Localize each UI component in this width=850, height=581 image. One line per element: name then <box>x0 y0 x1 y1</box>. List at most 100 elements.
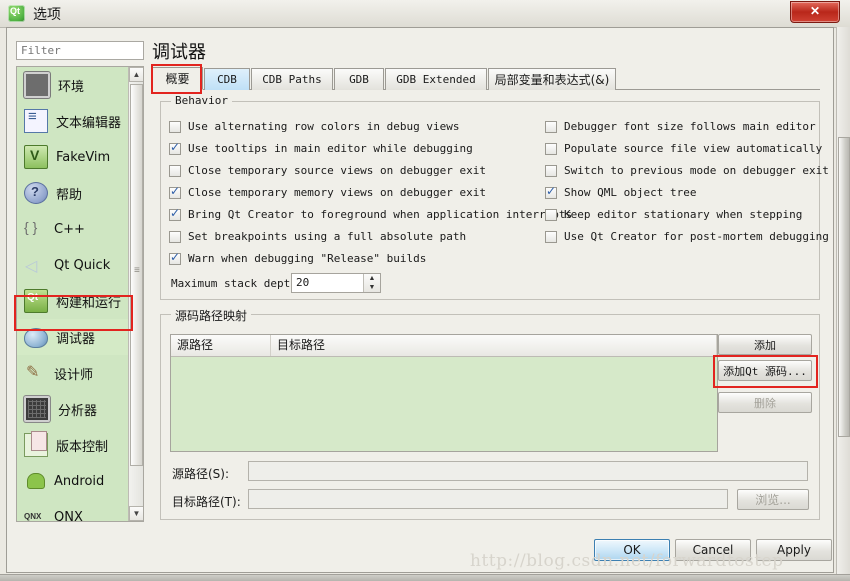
page-title: 调试器 <box>152 42 206 63</box>
sidebar-item-7[interactable]: 调试器 <box>17 319 143 355</box>
scroll-up-icon[interactable]: ▲ <box>129 67 143 82</box>
analyzer-icon <box>24 396 50 422</box>
source-mapping-group-label: 源码路径映射 <box>171 307 252 324</box>
checkbox-icon[interactable] <box>545 208 557 221</box>
sidebar-item-label: 帮助 <box>56 187 83 203</box>
tab-1[interactable]: CDB <box>204 68 250 90</box>
sidebar-item-label: 设计师 <box>54 367 94 383</box>
sidebar-item-0[interactable]: 环境 <box>17 67 143 103</box>
mapping-button-0[interactable]: 添加 <box>718 334 812 355</box>
sidebar-item-8[interactable]: 设计师 <box>17 355 143 391</box>
checkbox-icon[interactable] <box>169 120 181 133</box>
stepper-up-icon[interactable]: ▲ <box>364 274 380 283</box>
source-path-label: 源路径(S): <box>172 467 230 481</box>
checkbox-icon[interactable] <box>169 140 181 155</box>
sidebar-item-12[interactable]: QNX QNX <box>17 499 143 522</box>
behavior-right_options-4[interactable]: Keep editor stationary when stepping <box>545 208 802 221</box>
checkbox-icon[interactable] <box>545 142 557 155</box>
window-scroll-thumb[interactable] <box>838 137 850 437</box>
checkbox-label: Populate source file view automatically <box>564 142 823 155</box>
behavior-left_options-4[interactable]: Bring Qt Creator to foreground when appl… <box>169 206 572 221</box>
max-stack-depth-stepper[interactable]: 20 ▲ ▼ <box>291 273 381 293</box>
sidebar-item-2[interactable]: FakeVim <box>17 139 143 175</box>
checkbox-icon[interactable] <box>545 120 557 133</box>
checkbox-icon[interactable] <box>169 164 181 177</box>
checkbox-icon[interactable] <box>545 230 557 243</box>
sidebar-item-3[interactable]: 帮助 <box>17 175 143 211</box>
behavior-left_options-1[interactable]: Use tooltips in main editor while debugg… <box>169 140 473 155</box>
checkbox-icon[interactable] <box>545 164 557 177</box>
sidebar-item-9[interactable]: 分析器 <box>17 391 143 427</box>
browse-button[interactable]: 浏览... <box>737 489 809 510</box>
behavior-left_options-6[interactable]: Warn when debugging "Release" builds <box>169 250 427 265</box>
android-icon <box>24 470 46 492</box>
sidebar-scroll-thumb[interactable] <box>130 84 143 466</box>
mapping-button-1[interactable]: 添加Qt 源码... <box>718 360 812 381</box>
tab-5[interactable]: 局部变量和表达式(&) <box>488 68 616 90</box>
window-scrollbar[interactable] <box>836 27 850 581</box>
behavior-left_options-3[interactable]: Close temporary memory views on debugger… <box>169 184 486 199</box>
max-stack-depth-label: Maximum stack depth: <box>171 277 304 290</box>
target-path-input[interactable] <box>248 489 728 509</box>
table-header-row: 源路径 目标路径 <box>171 335 717 357</box>
scroll-down-icon[interactable]: ▼ <box>129 506 143 521</box>
checkbox-label: Warn when debugging "Release" builds <box>188 252 427 265</box>
debugger-icon <box>24 328 48 348</box>
sidebar-item-label: QNX <box>54 509 83 522</box>
sidebar-item-label: 环境 <box>58 79 85 95</box>
close-icon[interactable]: ✕ <box>790 1 840 23</box>
settings-category-list[interactable]: 环境文本编辑器 FakeVim 帮助 C++ Qt Quick 构建和运行调试器设计师分析… <box>16 66 144 522</box>
behavior-right_options-0[interactable]: Debugger font size follows main editor <box>545 120 816 133</box>
text-editor-icon <box>24 108 48 133</box>
sidebar-item-1[interactable]: 文本编辑器 <box>17 103 143 139</box>
qnx-icon: QNX <box>24 512 42 521</box>
behavior-left_options-5[interactable]: Set breakpoints using a full absolute pa… <box>169 230 466 243</box>
sidebar-item-label: 版本控制 <box>56 439 109 455</box>
source-path-input[interactable] <box>248 461 808 481</box>
filter-input[interactable] <box>16 41 144 60</box>
sidebar-item-label: 分析器 <box>58 403 98 419</box>
behavior-left_options-0[interactable]: Use alternating row colors in debug view… <box>169 120 460 133</box>
tab-bar[interactable]: 概要 CDB CDB Paths GDB GDB Extended 局部变量和表达式(&) <box>152 67 820 90</box>
checkbox-icon[interactable] <box>169 184 181 199</box>
behavior-left_options-2[interactable]: Close temporary source views on debugger… <box>169 164 486 177</box>
sidebar-item-label: Qt Quick <box>54 257 111 273</box>
checkbox-icon[interactable] <box>169 250 181 265</box>
cpp-icon <box>24 218 46 240</box>
options-dialog-window: 选项 ✕ 环境文本编辑器FakeVim帮助C++Qt Quick构建和运行调试器… <box>0 0 850 581</box>
checkbox-label: Use alternating row colors in debug view… <box>188 120 460 133</box>
tab-0[interactable]: 概要 <box>152 67 203 90</box>
sidebar-item-4[interactable]: C++ <box>17 211 143 247</box>
checkbox-label: Debugger font size follows main editor <box>564 120 816 133</box>
checkbox-label: Use Qt Creator for post-mortem debugging <box>564 230 829 243</box>
title-bar: 选项 ✕ <box>0 0 850 28</box>
checkbox-label: Keep editor stationary when stepping <box>564 208 803 221</box>
target-path-label: 目标路径(T): <box>172 495 241 509</box>
sidebar-item-5[interactable]: Qt Quick <box>17 247 143 283</box>
sidebar-item-label: Android <box>54 473 105 489</box>
watermark-text: http://blog.csdn.net/forwardtostep <box>470 551 784 571</box>
environment-icon <box>24 72 50 98</box>
tab-3[interactable]: GDB <box>334 68 384 90</box>
behavior-right_options-3[interactable]: Show QML object tree <box>545 184 696 199</box>
stepper-down-icon[interactable]: ▼ <box>364 283 380 292</box>
source-mapping-table[interactable]: 源路径 目标路径 <box>170 334 718 452</box>
stepper-buttons[interactable]: ▲ ▼ <box>363 274 380 292</box>
checkbox-icon[interactable] <box>169 230 181 243</box>
checkbox-label: Close temporary source views on debugger… <box>188 164 487 177</box>
sidebar-item-label: 调试器 <box>56 331 96 347</box>
sidebar-scrollbar[interactable]: ▲ ▼ <box>128 67 143 521</box>
tab-4[interactable]: GDB Extended <box>385 68 487 90</box>
sidebar-item-6[interactable]: 构建和运行 <box>17 283 143 319</box>
checkbox-label: Set breakpoints using a full absolute pa… <box>188 230 467 243</box>
tab-2[interactable]: CDB Paths <box>251 68 333 90</box>
checkbox-icon[interactable] <box>169 206 181 221</box>
behavior-right_options-1[interactable]: Populate source file view automatically <box>545 142 822 155</box>
sidebar-item-10[interactable]: 版本控制 <box>17 427 143 463</box>
designer-icon <box>24 362 46 384</box>
mapping-button-2[interactable]: 删除 <box>718 392 812 413</box>
checkbox-icon[interactable] <box>545 184 557 199</box>
behavior-right_options-2[interactable]: Switch to previous mode on debugger exit <box>545 164 829 177</box>
sidebar-item-11[interactable]: Android <box>17 463 143 499</box>
behavior-right_options-5[interactable]: Use Qt Creator for post-mortem debugging <box>545 230 829 243</box>
